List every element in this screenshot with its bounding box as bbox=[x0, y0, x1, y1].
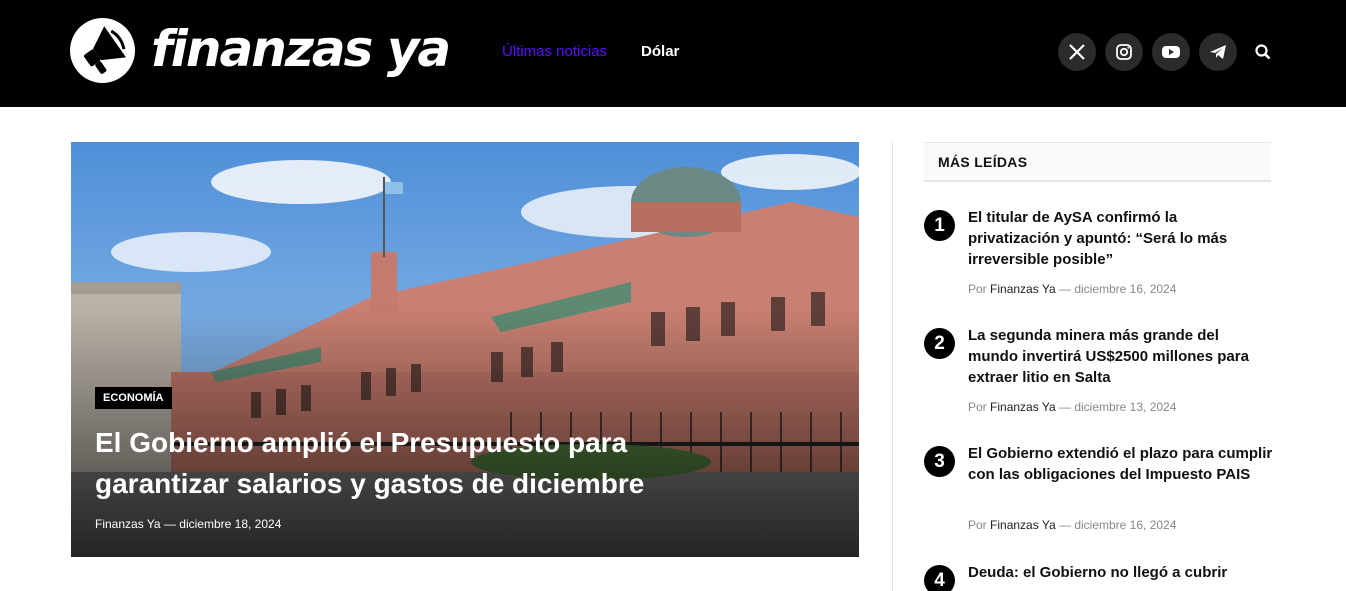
column-divider bbox=[892, 142, 893, 591]
rank-badge: 3 bbox=[924, 446, 955, 477]
item-title[interactable]: La segunda minera más grande del mundo i… bbox=[968, 325, 1273, 388]
rank-badge: 1 bbox=[924, 210, 955, 241]
meta-separator: — bbox=[1058, 282, 1071, 296]
item-author[interactable]: Finanzas Ya bbox=[990, 518, 1056, 532]
item-meta: Por Finanzas Ya — diciembre 13, 2024 bbox=[968, 400, 1176, 414]
site-header: finanzas ya Últimas noticias Dólar bbox=[0, 0, 1346, 107]
item-date: diciembre 13, 2024 bbox=[1074, 400, 1177, 414]
meta-separator: — bbox=[1058, 518, 1071, 532]
featured-article[interactable]: ECONOMÍA El Gobierno amplió el Presupues… bbox=[71, 142, 859, 557]
meta-separator: — bbox=[1058, 400, 1071, 414]
by-label: Por bbox=[968, 400, 987, 414]
item-date: diciembre 16, 2024 bbox=[1074, 518, 1177, 532]
item-author[interactable]: Finanzas Ya bbox=[990, 282, 1056, 296]
featured-meta: Finanzas Ya — diciembre 18, 2024 bbox=[95, 517, 281, 531]
nav-dolar[interactable]: Dólar bbox=[641, 43, 679, 60]
featured-date: diciembre 18, 2024 bbox=[179, 517, 282, 531]
site-logo[interactable]: finanzas ya bbox=[70, 18, 451, 83]
item-title[interactable]: El titular de AySA confirmó la privatiza… bbox=[968, 207, 1273, 270]
megaphone-icon bbox=[70, 18, 135, 83]
featured-author[interactable]: Finanzas Ya bbox=[95, 517, 161, 531]
sidebar-header: MÁS LEÍDAS bbox=[924, 142, 1271, 182]
brand-wordmark: finanzas ya bbox=[151, 19, 451, 78]
instagram-icon[interactable] bbox=[1105, 33, 1143, 71]
search-icon[interactable] bbox=[1244, 33, 1282, 71]
rank-badge: 4 bbox=[924, 565, 955, 591]
rank-badge: 2 bbox=[924, 328, 955, 359]
social-links bbox=[1058, 33, 1282, 71]
meta-separator: — bbox=[163, 517, 176, 531]
featured-title[interactable]: El Gobierno amplió el Presupuesto para g… bbox=[95, 422, 715, 504]
category-badge[interactable]: ECONOMÍA bbox=[95, 387, 172, 409]
nav-ultimas-noticias[interactable]: Últimas noticias bbox=[502, 43, 607, 60]
by-label: Por bbox=[968, 282, 987, 296]
main-nav: Últimas noticias Dólar bbox=[502, 43, 679, 60]
item-meta: Por Finanzas Ya — diciembre 16, 2024 bbox=[968, 518, 1176, 532]
item-date: diciembre 16, 2024 bbox=[1074, 282, 1177, 296]
by-label: Por bbox=[968, 518, 987, 532]
item-title[interactable]: Deuda: el Gobierno no llegó a cubrir bbox=[968, 562, 1273, 583]
telegram-icon[interactable] bbox=[1199, 33, 1237, 71]
item-meta: Por Finanzas Ya — diciembre 16, 2024 bbox=[968, 282, 1176, 296]
sidebar-title: MÁS LEÍDAS bbox=[938, 154, 1028, 170]
item-author[interactable]: Finanzas Ya bbox=[990, 400, 1056, 414]
x-icon[interactable] bbox=[1058, 33, 1096, 71]
item-title[interactable]: El Gobierno extendió el plazo para cumpl… bbox=[968, 443, 1273, 485]
youtube-icon[interactable] bbox=[1152, 33, 1190, 71]
